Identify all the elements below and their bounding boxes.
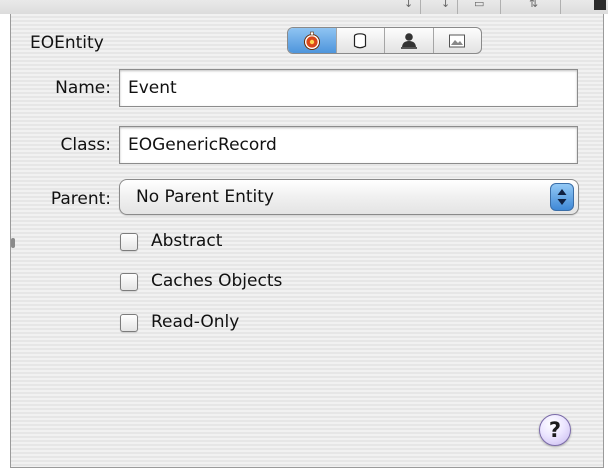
abstract-label: Abstract xyxy=(151,231,223,251)
toolbar-divider xyxy=(560,0,561,14)
popup-arrows-icon[interactable] xyxy=(550,183,574,211)
toolbar-divider xyxy=(500,0,501,14)
tab-stored-procedure[interactable] xyxy=(337,28,385,53)
toolbar-arrow-icon: ↓ xyxy=(404,0,414,10)
stored-procedure-icon xyxy=(354,32,367,48)
caches-objects-checkbox[interactable] xyxy=(120,273,138,291)
help-button[interactable]: ? xyxy=(539,414,571,446)
inspector-window: ↓ ↓ ▭ ⇅ EOEntity Name: Event Class: EOGe… xyxy=(0,0,608,468)
background-window-toolbar: ↓ ↓ ▭ ⇅ xyxy=(0,0,608,14)
toolbar-block-icon xyxy=(594,0,606,10)
toolbar-divider xyxy=(420,0,421,14)
parent-popup[interactable]: No Parent Entity xyxy=(119,179,579,215)
tab-image[interactable] xyxy=(434,28,482,53)
caches-objects-label: Caches Objects xyxy=(151,271,283,291)
toolbar-box-icon: ▭ xyxy=(474,0,485,10)
read-only-label: Read-Only xyxy=(151,312,240,332)
parent-popup-value: No Parent Entity xyxy=(136,187,274,207)
class-field[interactable]: EOGenericRecord xyxy=(119,126,578,164)
name-field[interactable]: Event xyxy=(119,69,578,107)
name-label: Name: xyxy=(55,78,111,98)
panel-title: EOEntity xyxy=(30,33,104,53)
up-down-arrows-icon xyxy=(557,189,567,205)
inspector-switcher[interactable] xyxy=(287,27,482,54)
attributes-icon xyxy=(303,31,320,50)
toolbar-arrows-icon: ⇅ xyxy=(529,0,539,10)
toolbar-divider xyxy=(457,0,458,14)
image-icon xyxy=(449,34,466,47)
class-value: EOGenericRecord xyxy=(128,135,277,155)
resize-handle[interactable] xyxy=(11,238,15,248)
user-info-icon xyxy=(400,32,417,49)
read-only-checkbox[interactable] xyxy=(120,314,138,332)
entity-inspector-panel: EOEntity Name: Event Class: EOGenericRec… xyxy=(10,14,604,468)
name-value: Event xyxy=(128,78,177,98)
tab-user-info[interactable] xyxy=(385,28,434,53)
parent-label: Parent: xyxy=(50,189,111,209)
abstract-checkbox[interactable] xyxy=(120,233,138,251)
toolbar-arrow-icon: ↓ xyxy=(441,0,451,10)
class-label: Class: xyxy=(60,135,111,155)
tab-attributes[interactable] xyxy=(288,28,337,53)
